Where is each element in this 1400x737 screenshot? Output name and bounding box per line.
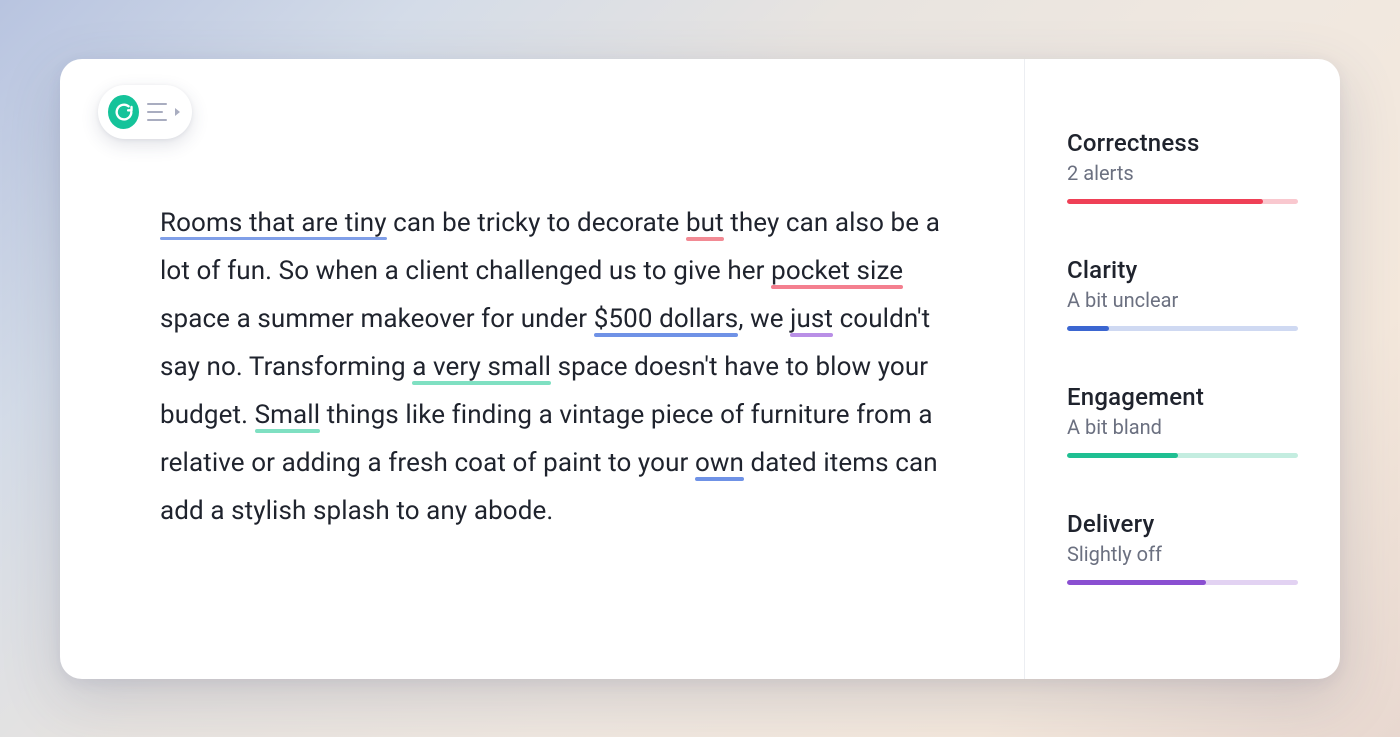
metric-clarity[interactable]: Clarity A bit unclear: [1067, 256, 1298, 331]
expand-caret-icon: [175, 108, 180, 116]
metric-bar: [1067, 326, 1298, 331]
grammarly-widget[interactable]: [98, 85, 192, 139]
metric-subtitle: Slightly off: [1067, 542, 1298, 566]
metric-title: Delivery: [1067, 510, 1298, 538]
underlined-span-purple[interactable]: just: [790, 304, 833, 334]
metric-title: Correctness: [1067, 129, 1298, 157]
metric-bar: [1067, 199, 1298, 204]
metric-title: Clarity: [1067, 256, 1298, 284]
document-body[interactable]: Rooms that are tiny can be tricky to dec…: [160, 199, 960, 536]
underlined-span-red[interactable]: pocket size: [771, 256, 903, 286]
underlined-span-blue[interactable]: own: [695, 448, 744, 478]
underlined-span-teal[interactable]: a very small: [412, 352, 551, 382]
metric-correctness[interactable]: Correctness 2 alerts: [1067, 129, 1298, 204]
metric-subtitle: 2 alerts: [1067, 161, 1298, 185]
underlined-span-teal[interactable]: Small: [255, 400, 321, 430]
underlined-span-blue[interactable]: $500 dollars: [594, 304, 739, 334]
metric-delivery[interactable]: Delivery Slightly off: [1067, 510, 1298, 585]
underlined-span-blue-thin[interactable]: Rooms that are tiny: [160, 208, 387, 238]
editor-card: Rooms that are tiny can be tricky to dec…: [60, 59, 1340, 679]
editor-area[interactable]: Rooms that are tiny can be tricky to dec…: [60, 59, 1024, 679]
metric-bar: [1067, 580, 1298, 585]
metric-subtitle: A bit bland: [1067, 415, 1298, 439]
metric-engagement[interactable]: Engagement A bit bland: [1067, 383, 1298, 458]
metric-subtitle: A bit unclear: [1067, 288, 1298, 312]
assistant-sidebar: Correctness 2 alerts Clarity A bit unclear E…: [1025, 59, 1340, 679]
metric-bar: [1067, 453, 1298, 458]
outline-icon: [147, 103, 167, 121]
grammarly-logo-icon: [108, 95, 139, 129]
underlined-span-pink[interactable]: but: [686, 208, 724, 238]
metric-title: Engagement: [1067, 383, 1298, 411]
